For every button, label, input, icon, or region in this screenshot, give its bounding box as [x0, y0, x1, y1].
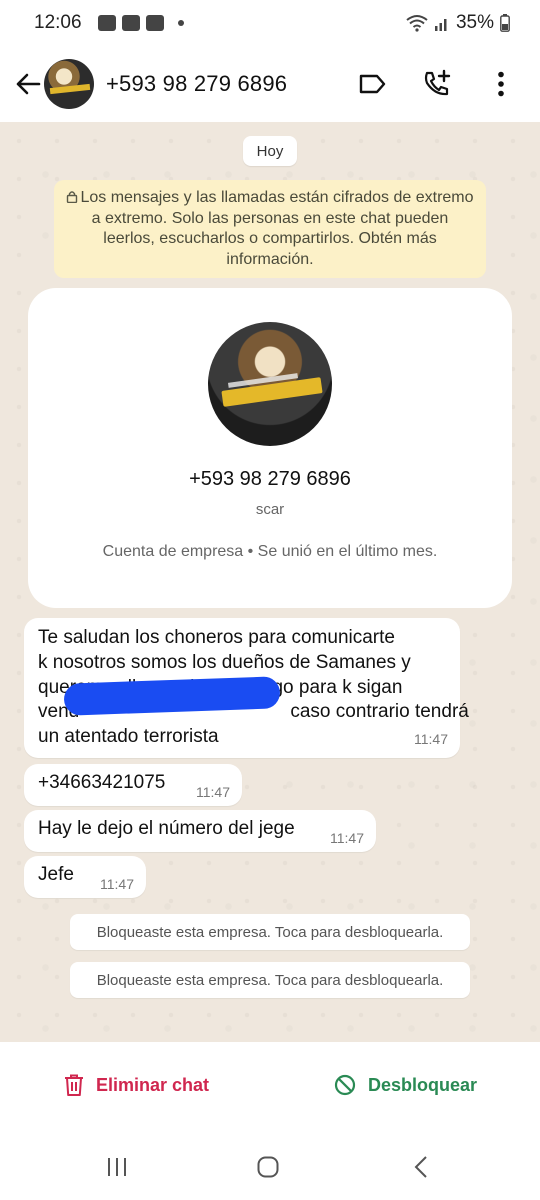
battery-percent: 35% — [455, 12, 494, 33]
profile-phone: +593 98 279 6896 — [189, 468, 351, 490]
facebook-notification-icon — [145, 15, 164, 31]
date-chip: Hoy — [243, 136, 297, 166]
add-call-button[interactable] — [420, 67, 454, 101]
more-vertical-icon — [498, 71, 504, 97]
system-status: 35% — [406, 12, 510, 34]
gallery-notification-icon — [97, 15, 116, 31]
message-time: 11:47 — [100, 876, 134, 892]
battery-icon — [500, 14, 510, 32]
notification-icons — [97, 15, 184, 31]
chat-header: +593 98 279 6896 — [0, 46, 540, 122]
message-text: Jefe — [38, 864, 74, 885]
unblock-label: Desbloquear — [368, 1074, 478, 1095]
message-time: 11:47 — [196, 784, 230, 800]
back-nav-button[interactable] — [404, 1152, 438, 1182]
status-time: 12:06 — [34, 12, 82, 33]
status-bar: 12:06 35% — [0, 0, 540, 46]
profile-description: Cuenta de empresa • Se unió en el último… — [102, 543, 438, 560]
blocked-system-message[interactable]: Bloqueaste esta empresa. Toca para desbl… — [70, 914, 470, 950]
recents-button[interactable] — [100, 1152, 134, 1182]
contact-avatar[interactable] — [44, 59, 94, 109]
lock-icon — [67, 191, 78, 203]
blocked-system-message[interactable]: Bloqueaste esta empresa. Toca para desbl… — [70, 962, 470, 998]
arrow-left-icon — [16, 73, 41, 95]
youtube-notification-icon — [121, 15, 140, 31]
encryption-notice-text: Los mensajes y las llamadas están cifrad… — [80, 189, 474, 268]
message-text: +34663421075 — [38, 772, 166, 793]
more-options-button[interactable] — [484, 67, 518, 101]
label-tag-icon — [359, 74, 386, 94]
message-bubble[interactable]: Jefe 11:47 — [24, 856, 146, 898]
message-time: 11:47 — [414, 731, 448, 748]
recents-icon — [108, 1158, 126, 1176]
delete-chat-button[interactable]: Eliminar chat — [64, 1074, 209, 1096]
signal-icon — [434, 19, 447, 31]
home-icon — [257, 1156, 279, 1178]
chevron-left-icon — [414, 1156, 427, 1178]
phone-plus-icon — [424, 69, 451, 96]
profile-name: scar — [255, 501, 285, 518]
chat-area[interactable]: Hoy Los mensajes y las llamadas están ci… — [0, 122, 540, 1042]
system-nav-bar — [0, 1134, 540, 1200]
home-button[interactable] — [251, 1152, 285, 1182]
more-notifications-dot-icon — [177, 20, 184, 26]
message-time: 11:47 — [330, 830, 364, 846]
encryption-notice[interactable]: Los mensajes y las llamadas están cifrad… — [54, 180, 486, 278]
message-line: k nosotros somos los dueños de Samanes y — [38, 651, 411, 673]
contact-title[interactable]: +593 98 279 6896 — [106, 71, 287, 97]
message-text: Hay le dejo el número del jege — [38, 818, 295, 839]
business-profile-card[interactable]: +593 98 279 6896 scar Cuenta de empresa … — [28, 288, 512, 608]
block-icon — [334, 1074, 356, 1096]
trash-icon — [65, 1074, 83, 1096]
wifi-icon — [406, 15, 428, 32]
message-bubble[interactable]: Hay le dejo el número del jege 11:47 — [24, 810, 376, 852]
profile-avatar[interactable] — [208, 322, 332, 446]
message-line: Te saludan los choneros para comunicarte — [38, 627, 395, 648]
message-bubble[interactable]: Te saludan los choneros para comunicarte… — [24, 618, 469, 758]
message-bubble[interactable]: +34663421075 11:47 — [24, 764, 242, 806]
unblock-button[interactable]: Desbloquear — [334, 1074, 477, 1096]
blocked-chat-actions: Eliminar chat Desbloquear — [0, 1042, 540, 1134]
delete-chat-label: Eliminar chat — [96, 1074, 210, 1095]
message-line: un atentado terrorista — [38, 726, 219, 748]
label-button[interactable] — [356, 67, 390, 101]
